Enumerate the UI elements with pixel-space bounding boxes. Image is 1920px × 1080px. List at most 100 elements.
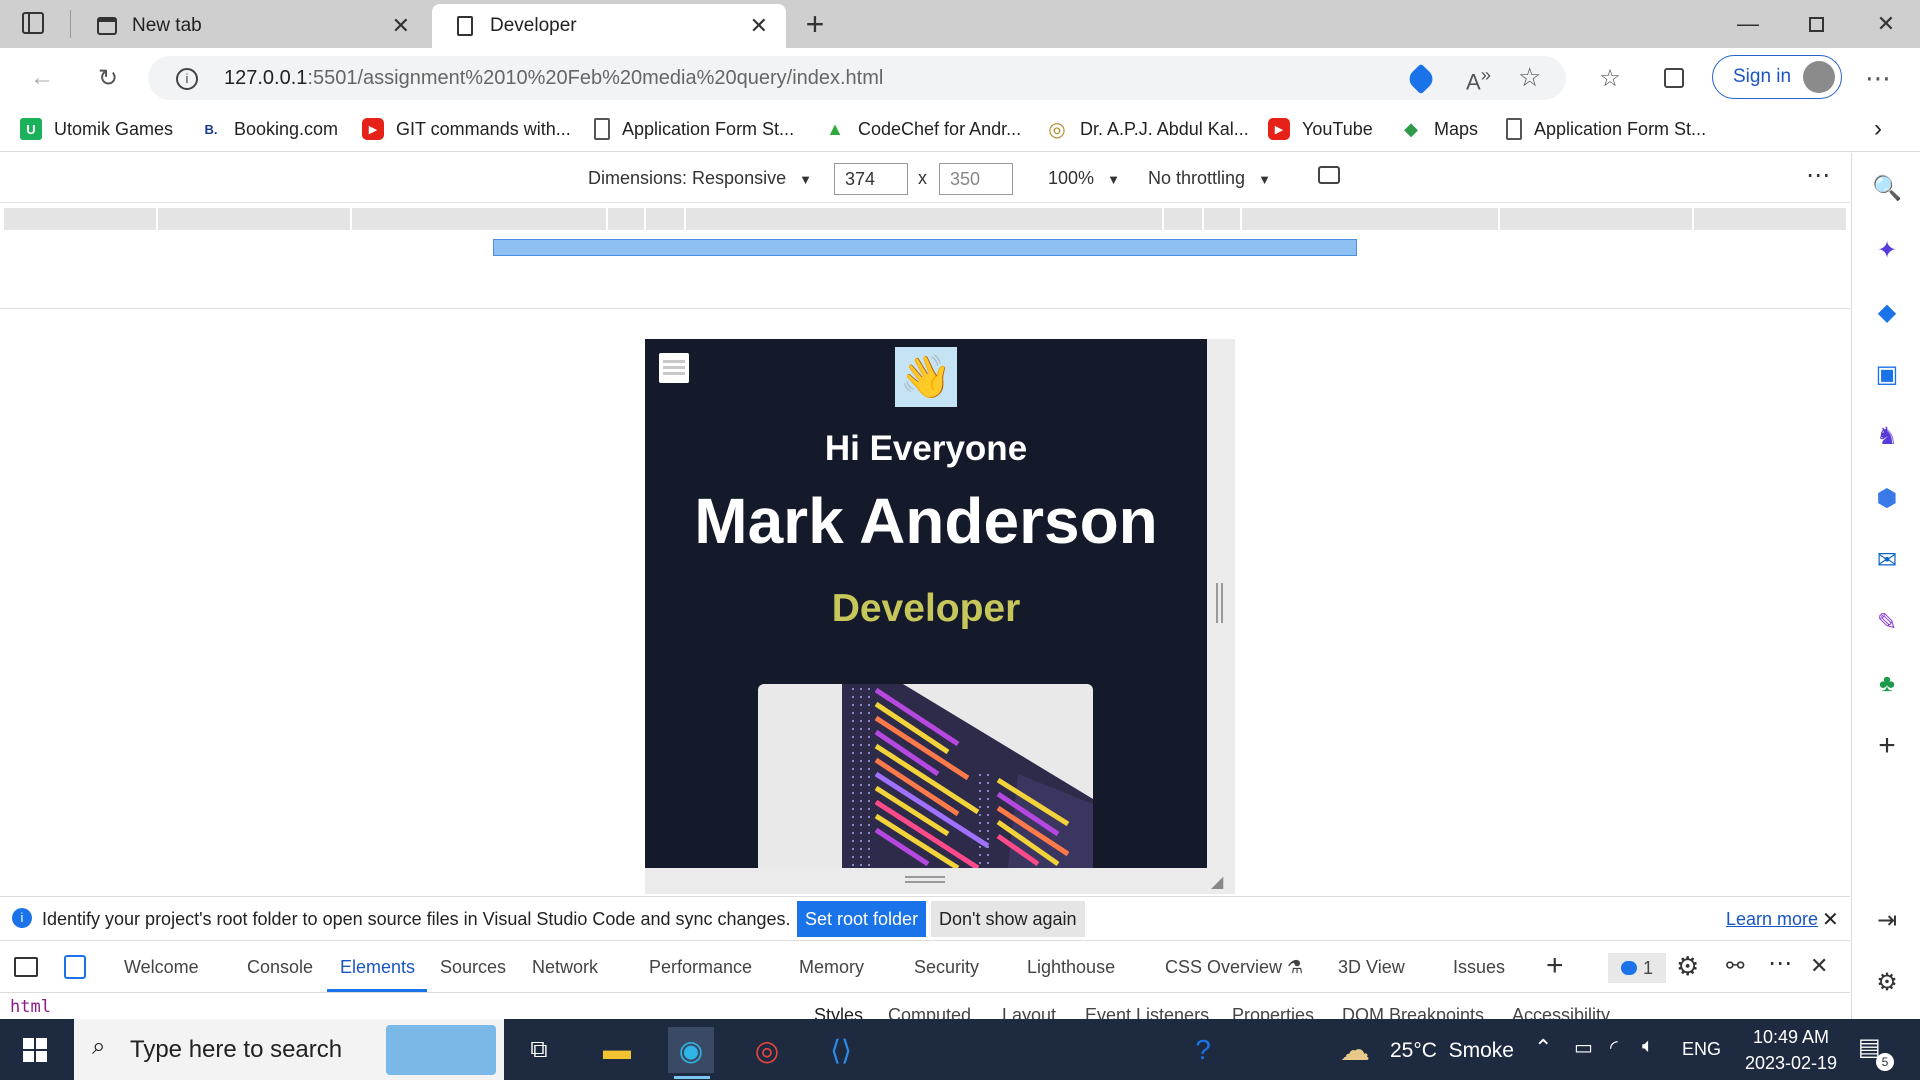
height-input[interactable]: 350 <box>939 163 1013 195</box>
tab-console[interactable]: Console <box>247 957 313 978</box>
sidebar-settings-icon[interactable]: ⚙ <box>1872 967 1902 997</box>
new-tab-button[interactable]: + <box>800 6 830 42</box>
issues-counter[interactable]: 1 <box>1608 953 1666 983</box>
bookmark-item[interactable]: U Utomik Games <box>20 114 173 144</box>
resize-corner-icon[interactable]: ◢ <box>1211 872 1223 892</box>
dont-show-again-button[interactable]: Don't show again <box>931 901 1085 937</box>
more-options-icon[interactable]: ⋯ <box>1768 949 1792 978</box>
clock-date[interactable]: 2023-02-19 <box>1738 1053 1844 1074</box>
bookmarks-overflow-icon[interactable]: › <box>1874 114 1882 144</box>
volume-icon[interactable]: 🔈︎ <box>1642 1035 1654 1058</box>
tab-sources[interactable]: Sources <box>440 957 506 978</box>
tab-memory[interactable]: Memory <box>799 957 864 978</box>
games-icon[interactable]: ♞ <box>1872 421 1902 451</box>
resize-handle-bottom[interactable] <box>905 876 945 883</box>
collections-icon[interactable] <box>1656 60 1692 96</box>
tree-icon[interactable]: ♣ <box>1872 669 1902 699</box>
close-infobar-icon[interactable]: ✕ <box>1822 907 1839 932</box>
bookmark-item[interactable]: B. Booking.com <box>200 114 338 144</box>
tab-new-tab[interactable]: New tab ✕ <box>74 4 428 48</box>
learn-more-link[interactable]: Learn more <box>1726 909 1818 930</box>
bookmark-item[interactable]: ◎ Dr. A.P.J. Abdul Kal... <box>1046 114 1249 144</box>
tab-developer[interactable]: Developer ✕ <box>432 4 786 48</box>
throttling-dropdown[interactable]: No throttling ▼ <box>1148 168 1271 189</box>
office-icon[interactable]: ⬢ <box>1872 483 1902 513</box>
tools-briefcase-icon[interactable]: ▣ <box>1872 359 1902 389</box>
bookmark-item[interactable]: ▶ YouTube <box>1268 114 1373 144</box>
more-options-icon[interactable]: ⋯ <box>1806 161 1830 190</box>
tab-network[interactable]: Network <box>532 957 598 978</box>
site-info-icon[interactable]: i <box>176 68 198 90</box>
tab-css-overview[interactable]: CSS Overview ⚗ <box>1165 957 1303 978</box>
add-favorite-icon[interactable]: ☆ <box>1518 62 1541 93</box>
device-emulation-icon[interactable] <box>64 955 86 979</box>
close-tab-icon[interactable]: ✕ <box>392 13 410 39</box>
seal-icon: ◎ <box>1048 118 1066 141</box>
hamburger-menu-icon[interactable] <box>659 353 689 383</box>
inspect-element-icon[interactable] <box>14 957 38 977</box>
favorites-icon[interactable]: ☆ <box>1592 60 1628 96</box>
tab-lighthouse[interactable]: Lighthouse <box>1027 957 1115 978</box>
width-input[interactable]: 374 <box>834 163 908 195</box>
taskbar-search-input[interactable]: ⌕ Type here to search <box>74 1019 504 1080</box>
bookmark-item[interactable]: Application Form St... <box>594 114 794 144</box>
url-text[interactable]: 127.0.0.1:5501/assignment%2010%20Feb%20m… <box>224 67 883 90</box>
language-indicator[interactable]: ENG <box>1682 1039 1721 1060</box>
bookmark-item[interactable]: ◆ Maps <box>1400 114 1478 144</box>
outlook-icon[interactable]: ✉ <box>1872 545 1902 575</box>
file-explorer-icon[interactable]: ▬ <box>594 1027 640 1073</box>
search-icon[interactable]: 🔍 <box>1872 173 1902 203</box>
minimize-button[interactable]: — <box>1714 0 1782 48</box>
close-window-button[interactable]: ✕ <box>1852 0 1920 48</box>
add-tab-icon[interactable]: + <box>1546 949 1564 983</box>
set-root-folder-button[interactable]: Set root folder <box>797 901 927 937</box>
resize-handle-right[interactable] <box>1216 583 1223 623</box>
designer-icon[interactable]: ✎ <box>1872 607 1902 637</box>
hide-sidebar-icon[interactable]: ⇥ <box>1872 905 1902 935</box>
bookmark-item[interactable]: ▲ CodeChef for Andr... <box>824 114 1021 144</box>
dom-tree-html-node[interactable]: html <box>10 997 51 1017</box>
bookmark-item[interactable]: ▶ GIT commands with... <box>362 114 571 144</box>
restore-button[interactable] <box>1782 0 1850 48</box>
settings-gear-icon[interactable]: ⚙ <box>1676 951 1699 982</box>
bookmark-item[interactable]: Application Form St... <box>1506 114 1706 144</box>
network-icon[interactable]: ▭ <box>1574 1035 1593 1060</box>
resize-gutter-bottom[interactable]: ◢ <box>645 868 1235 894</box>
chrome-icon[interactable]: ◎ <box>744 1027 790 1073</box>
zoom-dropdown[interactable]: 100% ▼ <box>1048 168 1120 189</box>
address-bar[interactable]: i 127.0.0.1:5501/assignment%2010%20Feb%2… <box>148 56 1566 100</box>
tab-issues[interactable]: Issues <box>1453 957 1505 978</box>
refresh-button[interactable]: ↻ <box>90 60 126 96</box>
tab-welcome[interactable]: Welcome <box>124 957 199 978</box>
task-view-icon[interactable]: ⧉ <box>516 1027 562 1073</box>
shopping-tag-icon[interactable]: ◆ <box>1872 297 1902 327</box>
show-hidden-icons[interactable]: ⌃ <box>1534 1035 1552 1061</box>
tab-performance[interactable]: Performance <box>649 957 752 978</box>
vscode-icon[interactable]: ⟨⟩ <box>818 1027 864 1073</box>
edge-browser-icon[interactable]: ◉ <box>668 1027 714 1073</box>
read-aloud-icon[interactable]: A» <box>1466 64 1491 95</box>
tab-actions-icon[interactable] <box>22 12 44 34</box>
help-icon[interactable]: ? <box>1180 1027 1226 1073</box>
more-menu-icon[interactable]: ⋯ <box>1860 60 1896 96</box>
close-devtools-icon[interactable]: ✕ <box>1810 953 1828 979</box>
media-query-bar[interactable] <box>4 208 1846 230</box>
clock-time[interactable]: 10:49 AM <box>1746 1027 1836 1048</box>
dimensions-dropdown[interactable]: Dimensions: Responsive ▼ <box>588 168 812 189</box>
tab-security[interactable]: Security <box>914 957 979 978</box>
windows-start-icon[interactable] <box>12 1027 58 1073</box>
media-query-range-bar[interactable] <box>493 239 1357 256</box>
add-sidebar-app-icon[interactable]: + <box>1872 729 1902 762</box>
shopping-tag-icon[interactable] <box>1405 63 1437 95</box>
dimensions-label: Dimensions: Responsive <box>588 168 787 188</box>
weather-text[interactable]: 25°C Smoke <box>1390 1039 1514 1063</box>
rotate-icon[interactable] <box>1318 166 1340 184</box>
close-tab-icon[interactable]: ✕ <box>750 13 768 39</box>
wifi-icon[interactable]: ◜ <box>1610 1035 1618 1060</box>
back-button[interactable]: ← <box>24 60 60 96</box>
sign-in-button[interactable]: Sign in <box>1712 55 1842 99</box>
customize-icon[interactable]: ⚯ <box>1726 953 1744 979</box>
tab-3d-view[interactable]: 3D View <box>1338 957 1405 978</box>
tab-elements[interactable]: Elements <box>340 957 415 978</box>
copilot-sparkle-icon[interactable]: ✦ <box>1872 235 1902 265</box>
